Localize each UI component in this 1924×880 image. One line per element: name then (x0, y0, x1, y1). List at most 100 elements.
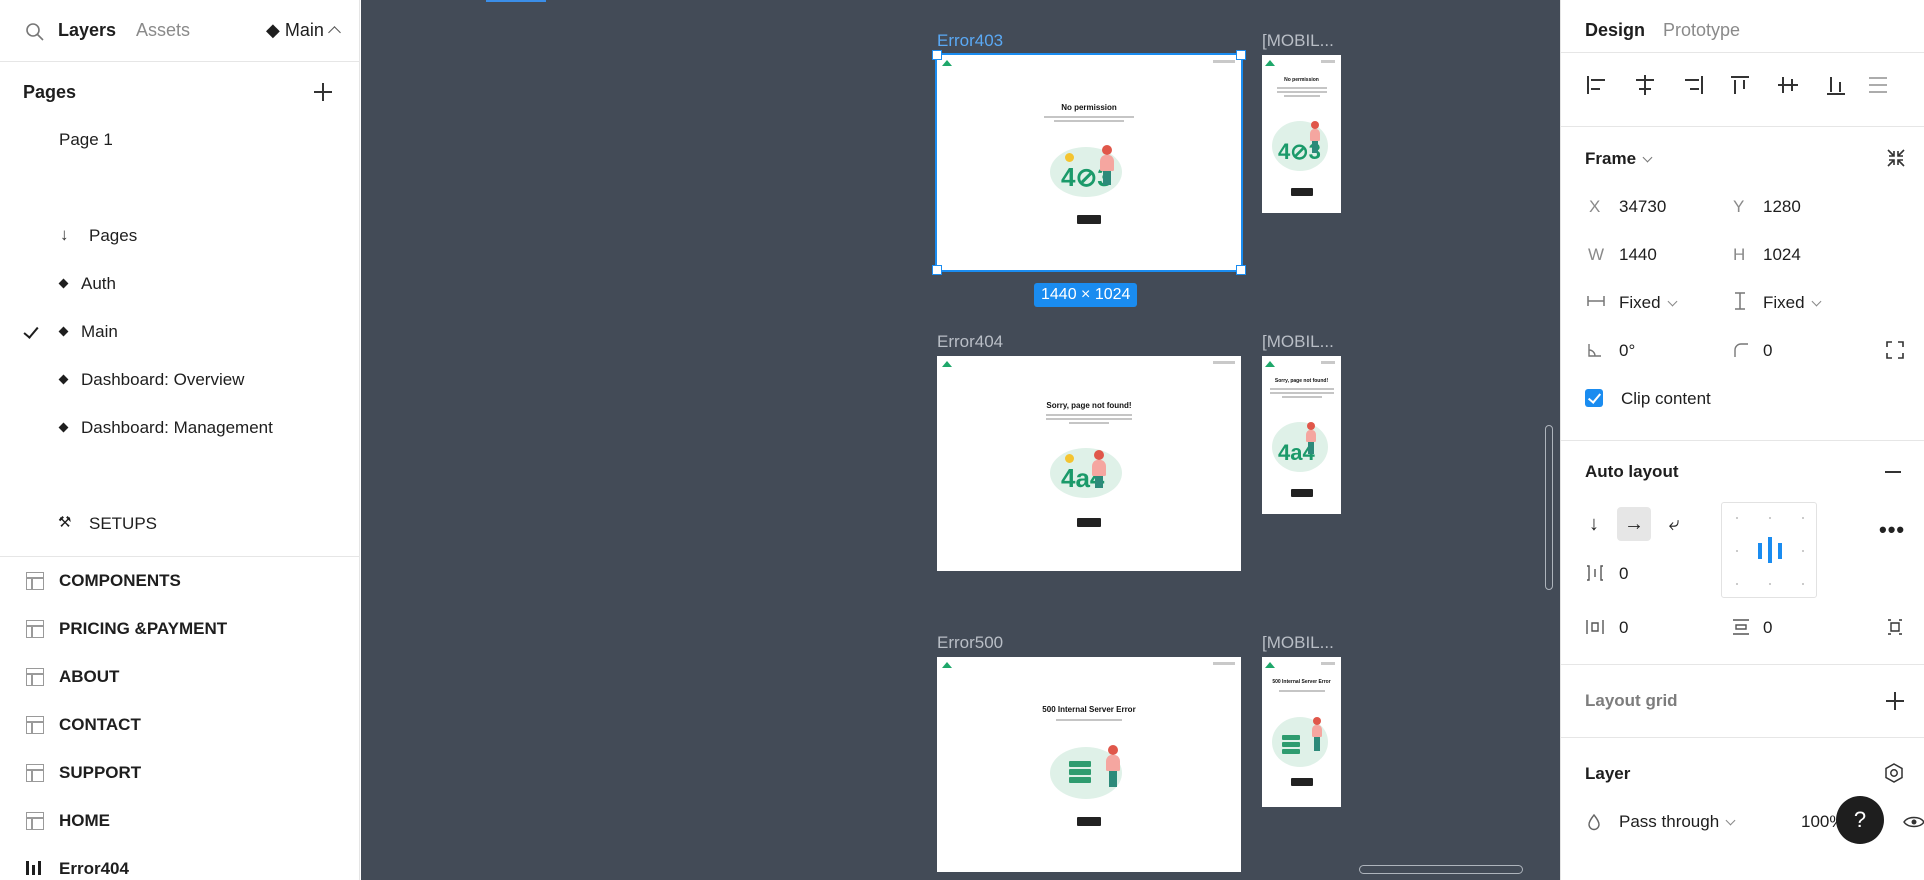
height-input[interactable]: 1024 (1763, 245, 1801, 265)
chevron-down-icon (1667, 296, 1678, 307)
blend-mode-select[interactable]: Pass through (1619, 812, 1736, 832)
frame-error404[interactable]: Sorry, page not found! 4a4 (937, 356, 1241, 571)
alignment-grid[interactable] (1721, 502, 1817, 598)
layer-row-error404[interactable]: Error404 (0, 847, 359, 880)
individual-padding-icon[interactable] (1885, 617, 1905, 637)
vertical-scrollbar[interactable] (1545, 425, 1553, 590)
add-layout-grid-icon[interactable] (1886, 692, 1904, 710)
page-item-pages[interactable]: ↓ Pages (0, 216, 359, 256)
frame-mobile-403[interactable]: No permission 4⊘3 (1262, 55, 1341, 213)
frame-label-mobile-500[interactable]: [MOBIL... (1262, 633, 1334, 653)
divider (1561, 52, 1924, 53)
page-item-page-1[interactable]: Page 1 (0, 120, 359, 160)
selection-indicator (486, 0, 546, 2)
radius-input[interactable]: 0 (1763, 341, 1772, 361)
align-top-icon[interactable] (1729, 74, 1753, 96)
subtitle-line (1054, 120, 1124, 122)
clip-content-checkbox[interactable] (1585, 389, 1603, 407)
help-button[interactable]: ? (1836, 796, 1884, 844)
layer-label: SUPPORT (59, 763, 142, 782)
page-switcher-label: ◆ Main (266, 20, 324, 40)
subtitle-line (1269, 388, 1334, 390)
frame-title: Sorry, page not found! (1274, 378, 1329, 384)
layer-row-about[interactable]: ABOUT (0, 655, 359, 699)
nav-placeholder (1213, 361, 1235, 364)
frame-mobile-404[interactable]: Sorry, page not found! 4a4 (1262, 356, 1341, 514)
component-style-icon[interactable] (1883, 762, 1905, 784)
height-mode-select[interactable]: Fixed (1763, 293, 1822, 313)
eye-icon[interactable] (1903, 814, 1924, 830)
frame-label-mobile-403[interactable]: [MOBIL... (1262, 31, 1334, 51)
checkmark-icon (23, 323, 39, 339)
align-center-h-icon[interactable] (1633, 74, 1657, 96)
layout-grid-title: Layout grid (1585, 691, 1678, 710)
width-mode-select[interactable]: Fixed (1619, 293, 1678, 313)
gap-input[interactable]: 0 (1619, 564, 1628, 584)
frame-label-error403[interactable]: Error403 (937, 31, 1003, 51)
frame-error403[interactable]: No permission 4⊘3 (935, 53, 1243, 272)
frame-label-mobile-404[interactable]: [MOBIL... (1262, 332, 1334, 352)
vertical-resize-icon (1735, 292, 1745, 310)
page-item-setups[interactable]: ⚒ SETUPS (0, 504, 359, 544)
frame-label-error500[interactable]: Error500 (937, 633, 1003, 653)
search-icon[interactable] (24, 21, 46, 43)
frame-section-title[interactable]: Frame (1585, 149, 1653, 169)
direction-vertical-button[interactable]: ↓ (1577, 507, 1611, 541)
arrow-down-icon: ↓ (60, 225, 69, 244)
padding-horizontal-input[interactable]: 0 (1619, 618, 1628, 638)
tab-layers[interactable]: Layers (58, 20, 116, 41)
align-center-v-icon[interactable] (1777, 74, 1801, 96)
x-input[interactable]: 34730 (1619, 197, 1666, 217)
rotation-input[interactable]: 0° (1619, 341, 1635, 361)
resize-handle[interactable] (1236, 50, 1246, 60)
frame-label-error404[interactable]: Error404 (937, 332, 1003, 352)
direction-horizontal-button[interactable]: → (1617, 507, 1651, 541)
rotation-icon (1588, 344, 1601, 357)
direction-wrap-button[interactable]: ⤶ (1657, 507, 1691, 541)
server-icon (1282, 749, 1300, 754)
page-item-main[interactable]: Main (0, 312, 359, 352)
layer-row-home[interactable]: HOME (0, 799, 359, 843)
align-left-icon[interactable] (1585, 74, 1609, 96)
tab-design[interactable]: Design (1585, 20, 1645, 41)
frame-mobile-500[interactable]: 500 Internal Server Error (1262, 657, 1341, 807)
frame-error500[interactable]: 500 Internal Server Error (937, 657, 1241, 872)
align-bottom-icon[interactable] (1825, 74, 1849, 96)
more-options-icon[interactable]: ••• (1879, 517, 1905, 543)
horizontal-resize-icon (1587, 296, 1605, 306)
page-item-auth[interactable]: Auth (0, 264, 359, 304)
distribute-icon[interactable] (1869, 74, 1893, 96)
clip-content-label: Clip content (1621, 389, 1711, 408)
layer-row-pricing[interactable]: PRICING &PAYMENT (0, 607, 359, 651)
layer-label: PRICING &PAYMENT (59, 619, 228, 638)
layer-row-contact[interactable]: CONTACT (0, 703, 359, 747)
padding-vertical-input[interactable]: 0 (1763, 618, 1772, 638)
chevron-down-icon (1725, 815, 1736, 826)
collapse-icon[interactable] (1885, 147, 1907, 169)
remove-auto-layout-icon[interactable] (1885, 471, 1901, 473)
diamond-icon (58, 422, 69, 433)
subtitle-line (1276, 87, 1327, 89)
subtitle-line (1044, 116, 1134, 118)
add-page-icon[interactable] (314, 83, 332, 101)
horizontal-scrollbar[interactable] (1359, 865, 1523, 874)
page-item-dashboard-management[interactable]: Dashboard: Management (0, 408, 359, 448)
y-input[interactable]: 1280 (1763, 197, 1801, 217)
resize-handle[interactable] (932, 265, 942, 275)
resize-handle[interactable] (1236, 265, 1246, 275)
page-switcher[interactable]: ◆ Main (266, 20, 341, 41)
tab-assets[interactable]: Assets (136, 20, 190, 41)
page-item-dashboard-overview[interactable]: Dashboard: Overview (0, 360, 359, 400)
server-icon (1282, 735, 1300, 740)
independent-corners-icon[interactable] (1885, 340, 1905, 360)
design-canvas[interactable]: Error403 [MOBIL... No permission 4⊘3 144… (361, 0, 1560, 880)
resize-handle[interactable] (932, 50, 942, 60)
layer-row-components[interactable]: COMPONENTS (0, 559, 359, 603)
align-right-icon[interactable] (1681, 74, 1705, 96)
blend-drop-icon (1588, 813, 1600, 831)
width-input[interactable]: 1440 (1619, 245, 1657, 265)
left-panel-header: Layers Assets ◆ Main (0, 0, 359, 62)
tab-prototype[interactable]: Prototype (1663, 20, 1740, 41)
subtitle-line (1046, 414, 1132, 416)
layer-row-support[interactable]: SUPPORT (0, 751, 359, 795)
